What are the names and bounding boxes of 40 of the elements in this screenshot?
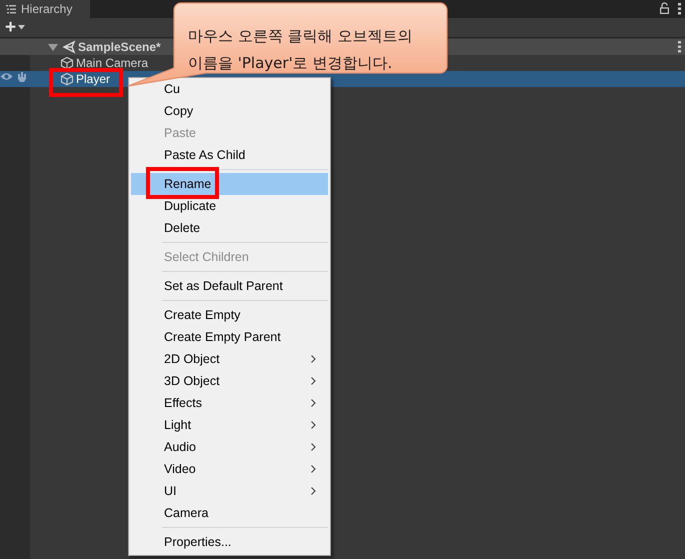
menu-item[interactable]: Set as Default Parent: [131, 275, 328, 297]
menu-item[interactable]: Light: [131, 414, 328, 436]
cube-icon: [60, 56, 74, 70]
chevron-right-icon: [311, 399, 316, 407]
panel-title: Hierarchy: [21, 2, 72, 16]
scene-icon: [62, 40, 76, 54]
list-icon: [6, 4, 16, 14]
menu-item[interactable]: Create Empty Parent: [131, 326, 328, 348]
menu-item[interactable]: Paste As Child: [131, 144, 328, 166]
menu-item[interactable]: Delete: [131, 217, 328, 239]
chevron-right-icon: [311, 443, 316, 451]
chevron-right-icon: [311, 421, 316, 429]
callout-text: 마우스 오른쪽 클릭해 오브젝트의 이름을 'Player'로 변경합니다.: [188, 26, 412, 74]
lock-icon[interactable]: [660, 2, 669, 14]
chevron-right-icon: [311, 355, 316, 363]
hierarchy-item[interactable]: Main Camera: [0, 55, 152, 71]
hierarchy-tab[interactable]: Hierarchy: [0, 0, 90, 18]
eye-icon[interactable]: [0, 72, 13, 81]
more-icon[interactable]: [678, 3, 681, 15]
menu-item[interactable]: Properties...: [131, 531, 328, 553]
more-icon[interactable]: [678, 41, 681, 53]
chevron-right-icon: [311, 377, 316, 385]
menu-item[interactable]: Camera: [131, 502, 328, 524]
menu-item[interactable]: Duplicate: [131, 195, 328, 217]
expanded-icon[interactable]: [48, 44, 58, 50]
menu-item[interactable]: Create Empty: [131, 304, 328, 326]
menu-item[interactable]: 2D Object: [131, 348, 328, 370]
menu-item[interactable]: Audio: [131, 436, 328, 458]
menu-item[interactable]: Video: [131, 458, 328, 480]
menu-item[interactable]: Rename: [131, 173, 328, 195]
hand-icon[interactable]: [17, 71, 27, 82]
menu-item[interactable]: 3D Object: [131, 370, 328, 392]
add-button[interactable]: +: [4, 20, 18, 36]
caret-icon[interactable]: [18, 25, 26, 30]
cube-icon: [60, 72, 74, 86]
menu-item[interactable]: UI: [131, 480, 328, 502]
menu-item[interactable]: Copy: [131, 100, 328, 122]
chevron-right-icon: [311, 487, 316, 495]
chevron-right-icon: [311, 465, 316, 473]
menu-item[interactable]: Effects: [131, 392, 328, 414]
